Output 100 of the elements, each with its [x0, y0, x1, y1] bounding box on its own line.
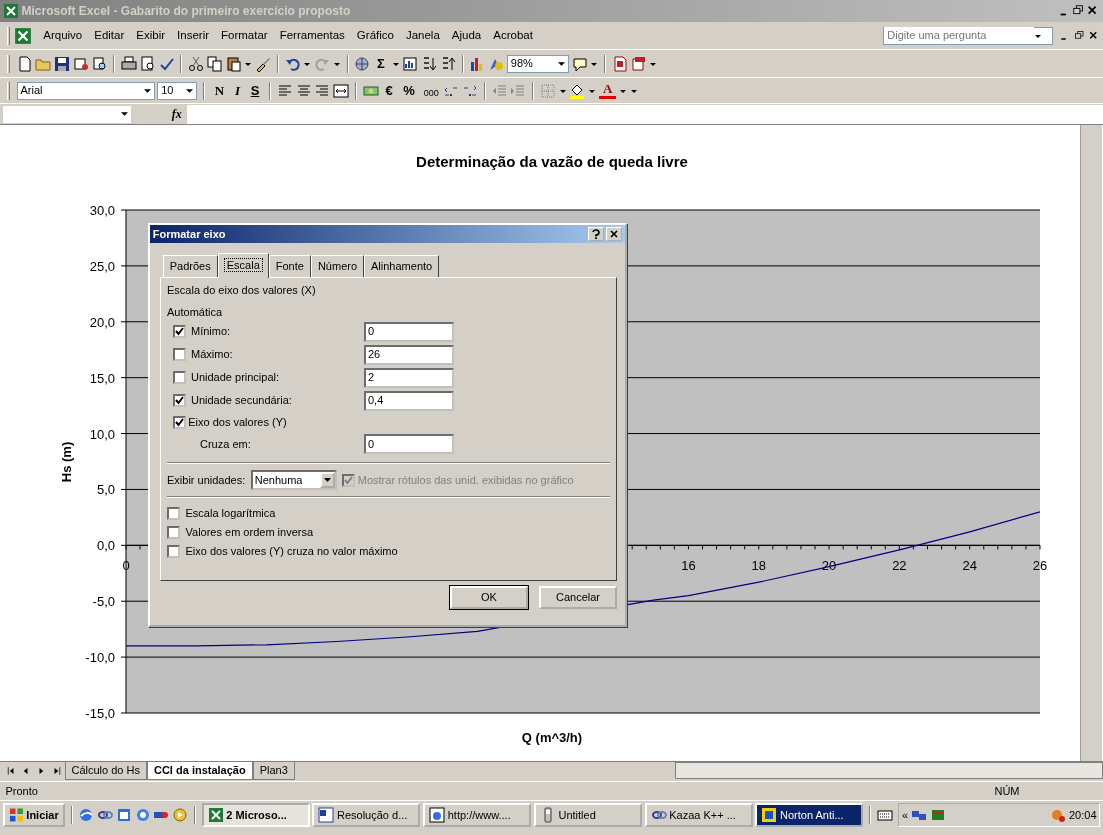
brush-icon[interactable]	[255, 55, 271, 72]
close-button[interactable]	[606, 227, 623, 241]
menu-item[interactable]: Ferramentas	[273, 26, 351, 45]
font-color-button[interactable]: A	[598, 82, 617, 99]
input-field[interactable]: 2	[364, 367, 454, 388]
browser-icon[interactable]	[78, 807, 95, 823]
menu-item[interactable]: Arquivo	[37, 26, 89, 45]
font-dropdown[interactable]: Arial	[16, 81, 155, 100]
checkbox[interactable]	[172, 348, 186, 361]
input-field[interactable]: 0,4	[364, 390, 454, 411]
document-icon[interactable]	[16, 55, 33, 72]
taskbar-button[interactable]: Resolução d...	[312, 803, 421, 827]
floppy-icon[interactable]	[54, 55, 70, 72]
x-tick-label: 22	[892, 558, 907, 574]
excel-icon[interactable]	[13, 26, 32, 45]
font-size-dropdown[interactable]: 10	[157, 81, 198, 100]
media-player-icon[interactable]	[172, 807, 188, 823]
taskbar-button[interactable]: http://www....	[423, 803, 531, 827]
menu-item[interactable]: Exibir	[130, 26, 172, 45]
x-axis-title: Q (m^3/h)	[521, 730, 583, 745]
field-label: Máximo:	[191, 347, 233, 363]
y-tick-label: -10,0	[85, 650, 115, 666]
fill-bucket-icon[interactable]	[569, 82, 586, 99]
calendar-icon[interactable]	[115, 807, 132, 823]
sheet-tab[interactable]: Cálculo do Hs	[64, 762, 147, 780]
underline-button[interactable]: S	[246, 80, 264, 101]
euro-button[interactable]: €	[381, 80, 397, 101]
dialog-tab[interactable]: Fonte	[268, 255, 311, 277]
menu-item[interactable]: Gráfico	[350, 26, 400, 45]
checkbox[interactable]	[172, 371, 186, 384]
scissors-icon[interactable]	[188, 55, 204, 72]
menu-item[interactable]: Formatar	[215, 26, 274, 45]
autosum-button[interactable]: Σ	[373, 53, 389, 74]
menu-item[interactable]: Ajuda	[445, 26, 488, 45]
sort-ascending-icon[interactable]	[421, 55, 438, 72]
y-tick-label: 10,0	[89, 426, 115, 442]
restore-icon[interactable]	[1073, 29, 1086, 42]
units-dropdown[interactable]: Nenhuma	[250, 470, 337, 490]
checkbox[interactable]	[167, 545, 180, 558]
sheet-tab[interactable]: Plan3	[252, 762, 295, 780]
taskbar-button[interactable]: 2 Microso...	[201, 803, 310, 827]
bold-button[interactable]: N	[210, 80, 229, 101]
globe-icon[interactable]	[354, 55, 371, 72]
align-center-icon[interactable]	[295, 82, 312, 99]
checkbox[interactable]	[167, 507, 180, 520]
antivirus-icon[interactable]	[1050, 807, 1067, 823]
horizontal-scrollbar[interactable]	[675, 762, 1103, 779]
cancel-button[interactable]: Cancelar	[539, 586, 617, 609]
section-label: Escala do eixo dos valores (X)	[167, 282, 317, 298]
copy-icon[interactable]	[206, 55, 223, 72]
merge-center-icon[interactable]	[333, 82, 350, 99]
input-field[interactable]: 0	[364, 321, 454, 342]
vertical-scrollbar[interactable]	[1080, 125, 1102, 761]
field-label: Mínimo:	[191, 324, 231, 340]
taskbar-button[interactable]: Kazaa K++ ...	[644, 803, 753, 827]
align-left-icon[interactable]	[276, 82, 293, 99]
paste-icon[interactable]	[225, 55, 242, 72]
italic-button[interactable]: I	[230, 80, 244, 101]
tray-app-icon[interactable]	[929, 807, 946, 823]
dialog-tab[interactable]: Padrões	[162, 255, 218, 277]
sheet-tab[interactable]: CCI da instalação	[147, 762, 253, 780]
help-button[interactable]	[587, 227, 604, 241]
zoom-dropdown[interactable]: 98%	[506, 54, 569, 73]
chart-wizard-icon[interactable]	[402, 55, 419, 72]
printer-icon[interactable]	[121, 55, 137, 72]
y-tick-label: 15,0	[89, 370, 115, 386]
clock: 20:04	[1068, 807, 1097, 823]
formula-field[interactable]	[187, 104, 1103, 124]
taskbar-button[interactable]: Untitled	[533, 803, 642, 827]
y-tick-label: -15,0	[85, 706, 115, 721]
input-field[interactable]: 0	[364, 434, 454, 454]
insert-function-button[interactable]: fx	[171, 105, 182, 123]
ok-button[interactable]: OK	[450, 586, 528, 609]
pdf-icon[interactable]	[611, 55, 628, 72]
keyboard-icon[interactable]	[876, 807, 893, 823]
permission-icon[interactable]	[72, 55, 89, 72]
question-field[interactable]: Digite uma pergunta	[883, 26, 1054, 45]
percent-button[interactable]: %	[399, 80, 419, 101]
menu-item[interactable]: Inserir	[171, 26, 215, 45]
dialog-tab[interactable]: Alinhamento	[364, 255, 440, 277]
num-lock-indicator: NÚM	[994, 783, 1020, 799]
window-title: Microsoft Excel - Gabarito do primeiro exercício proposto	[21, 3, 352, 20]
print-preview-icon[interactable]	[139, 55, 156, 72]
tray-expand-button[interactable]: «	[902, 806, 909, 824]
target-icon[interactable]	[134, 807, 151, 823]
menu-item[interactable]: Editar	[88, 26, 131, 45]
taskbar-button[interactable]: Norton Anti...	[755, 803, 864, 827]
start-button[interactable]: Iniciar	[2, 803, 65, 827]
dialog-tab[interactable]: Número	[310, 255, 365, 277]
dialog-title: Formatar eixo	[152, 226, 227, 242]
checkbox[interactable]	[167, 526, 180, 539]
thousands-button[interactable]: 000	[421, 80, 441, 101]
align-right-icon[interactable]	[314, 82, 331, 99]
menu-item[interactable]: Janela	[399, 26, 446, 45]
menu-item[interactable]: Acrobat	[487, 26, 539, 45]
input-field[interactable]: 26	[364, 344, 454, 365]
document-search-icon[interactable]	[91, 55, 108, 72]
help-icon[interactable]	[571, 55, 588, 72]
dialog-tab[interactable]: Escala	[217, 253, 269, 278]
pdf-review-icon[interactable]	[630, 55, 647, 72]
